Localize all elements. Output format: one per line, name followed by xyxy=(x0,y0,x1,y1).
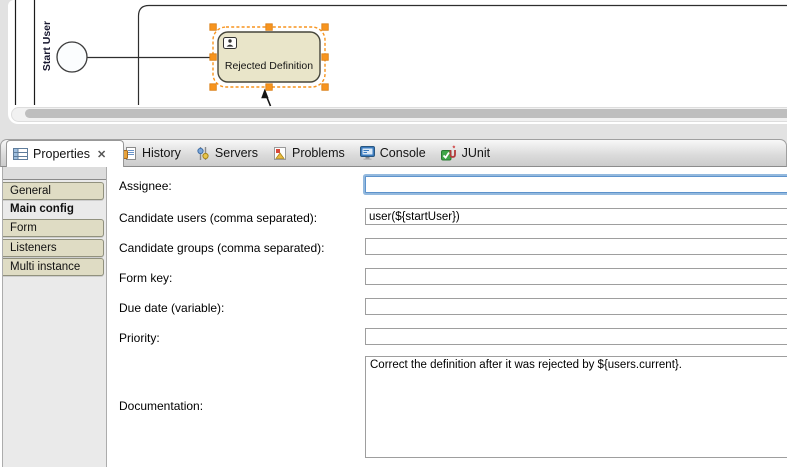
sidebar-item-main-config[interactable]: Main config xyxy=(3,200,104,218)
candidate-users-input[interactable] xyxy=(365,208,787,225)
view-tab-bar: Properties ✕ History xyxy=(0,139,787,167)
problems-icon xyxy=(273,146,287,161)
field-label-form-key: Form key: xyxy=(119,271,172,285)
tab-label: History xyxy=(142,146,181,160)
svg-text:*: * xyxy=(452,146,455,153)
handle-n[interactable] xyxy=(266,24,273,31)
scrollbar-thumb[interactable] xyxy=(25,109,787,118)
assignee-input[interactable] xyxy=(365,176,787,193)
priority-input[interactable] xyxy=(365,328,787,345)
task-node-label: Rejected Definition xyxy=(225,60,313,72)
handle-nw[interactable] xyxy=(210,24,217,31)
handle-w[interactable] xyxy=(210,54,217,61)
due-date-input[interactable] xyxy=(365,298,787,315)
sidebar-item-multi-instance[interactable]: Multi instance xyxy=(3,258,104,276)
properties-panel: Properties ✕ History xyxy=(0,139,787,467)
lane-label: Start User xyxy=(41,21,53,71)
history-icon xyxy=(123,146,137,161)
tab-console[interactable]: Console xyxy=(360,146,426,160)
tab-junit[interactable]: * JUnit xyxy=(441,145,490,161)
close-icon[interactable]: ✕ xyxy=(97,148,106,161)
handle-ne[interactable] xyxy=(322,24,329,31)
sidebar-item-listeners[interactable]: Listeners xyxy=(3,239,104,257)
candidate-groups-input[interactable] xyxy=(365,238,787,255)
handle-sw[interactable] xyxy=(210,84,217,91)
properties-table-icon xyxy=(13,148,28,160)
tab-label: Problems xyxy=(292,146,345,160)
documentation-textarea[interactable]: Correct the definition after it was reje… xyxy=(365,356,787,458)
servers-icon xyxy=(196,146,210,161)
field-label-assignee: Assignee: xyxy=(119,179,172,193)
junit-icon: * xyxy=(441,145,457,161)
tab-properties[interactable]: Properties ✕ xyxy=(6,140,124,167)
handle-se[interactable] xyxy=(322,84,329,91)
user-task-icon xyxy=(224,38,237,49)
properties-content: General Main config Form Listeners Multi… xyxy=(0,167,787,467)
start-event[interactable] xyxy=(57,42,87,72)
horizontal-scrollbar[interactable] xyxy=(11,107,787,122)
tab-history[interactable]: History xyxy=(123,146,181,161)
sidebar-item-general[interactable]: General xyxy=(3,182,104,200)
field-label-documentation: Documentation: xyxy=(119,399,203,413)
tab-servers[interactable]: Servers xyxy=(196,146,258,161)
tab-label: Properties xyxy=(33,147,90,161)
tab-label: Console xyxy=(380,146,426,160)
category-sidebar: General Main config Form Listeners Multi… xyxy=(2,167,107,467)
bpmn-diagram-panel: Start User Rejected Definition xyxy=(8,0,787,124)
field-label-candidate-groups: Candidate groups (comma separated): xyxy=(119,241,324,255)
main-config-form: Assignee: Candidate users (comma separat… xyxy=(107,167,787,467)
tab-label: Servers xyxy=(215,146,258,160)
form-key-input[interactable] xyxy=(365,268,787,285)
field-label-priority: Priority: xyxy=(119,331,160,345)
sidebar-header xyxy=(3,167,106,180)
field-label-due-date: Due date (variable): xyxy=(119,301,224,315)
tab-problems[interactable]: Problems xyxy=(273,146,345,161)
handle-e[interactable] xyxy=(322,54,329,61)
bpmn-canvas[interactable]: Start User Rejected Definition xyxy=(8,0,787,124)
sidebar-item-form[interactable]: Form xyxy=(3,219,104,237)
handle-s[interactable] xyxy=(266,84,273,91)
tab-label: JUnit xyxy=(462,146,490,160)
eclipse-window: Start User Rejected Definition xyxy=(0,0,787,467)
console-icon xyxy=(360,146,375,160)
field-label-candidate-users: Candidate users (comma separated): xyxy=(119,211,317,225)
